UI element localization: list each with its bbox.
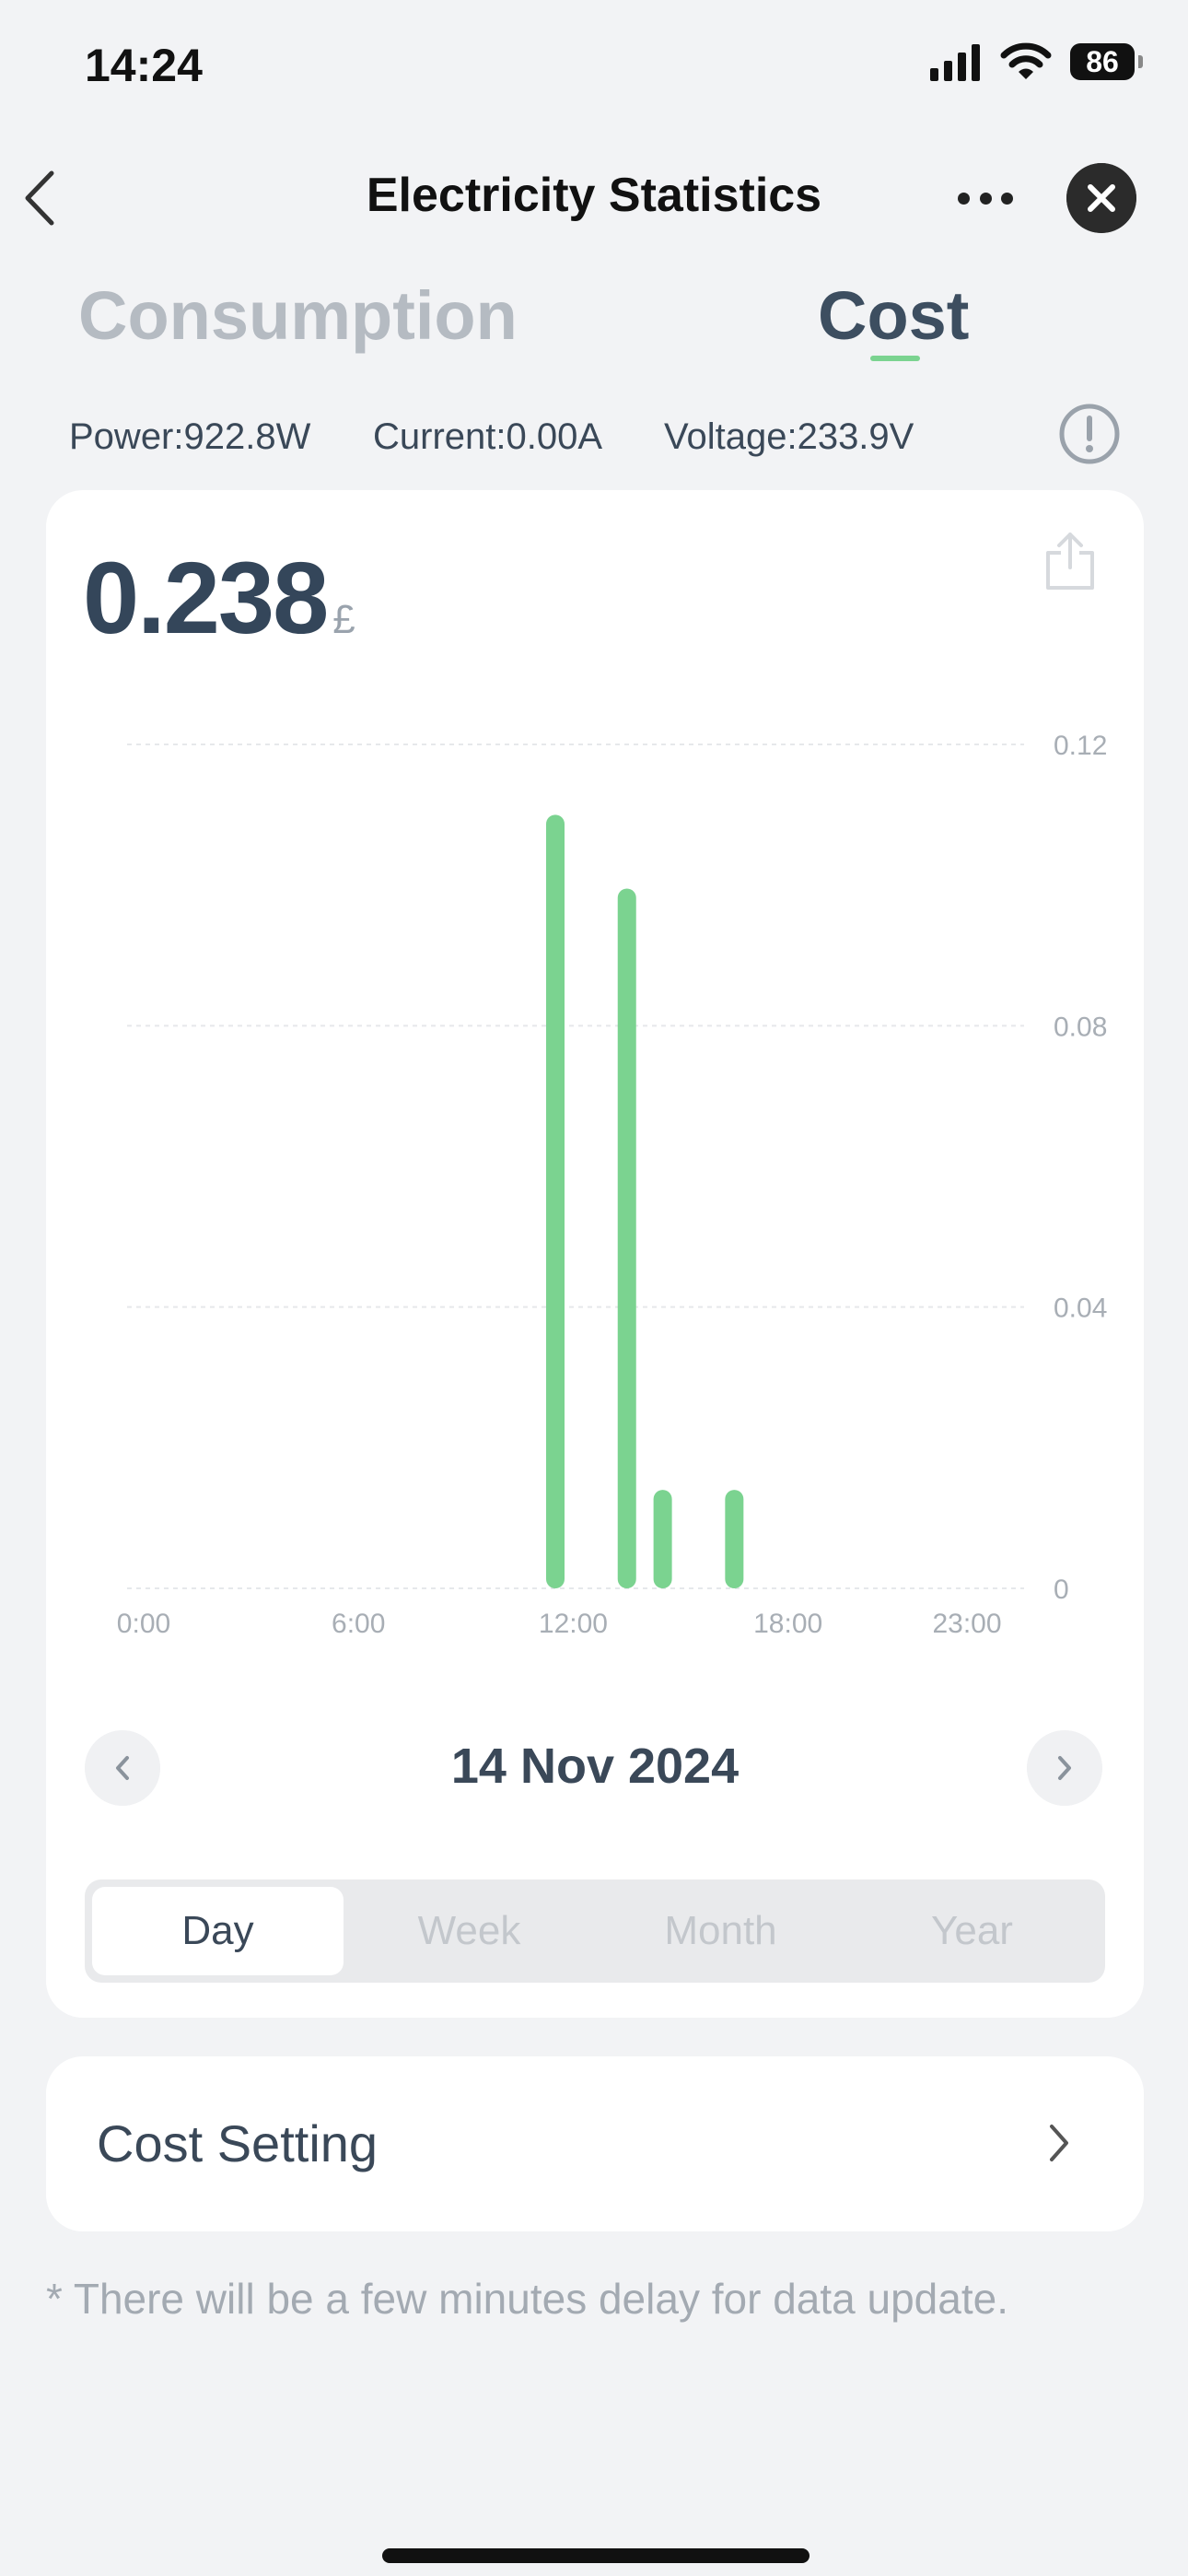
nav-bar: Electricity Statistics	[0, 147, 1188, 249]
chart-bar	[617, 888, 636, 1588]
footnote: * There will be a few minutes delay for …	[46, 2275, 1008, 2323]
period-month[interactable]: Month	[595, 1887, 846, 1975]
period-day[interactable]: Day	[92, 1887, 344, 1975]
signal-icon	[930, 42, 980, 81]
status-icons: 86	[930, 42, 1143, 81]
cost-bar-chart: 0.12 0.08 0.04 0 0:00 6:00 12:00 18:00 23:00	[117, 731, 1108, 1639]
status-time: 14:24	[85, 40, 203, 91]
x-tick-label: 0:00	[117, 1609, 170, 1639]
tab-cost[interactable]: Cost	[818, 276, 969, 355]
active-tab-indicator	[870, 356, 920, 361]
current-reading: Current:0.00A	[373, 416, 603, 457]
close-icon[interactable]	[1066, 163, 1136, 233]
next-date-button[interactable]	[1027, 1730, 1102, 1806]
cost-chart-card: 0.238 £ 0.12 0.08 0.04 0 0:00 6:00 12:00 18:00 2…	[46, 490, 1144, 2018]
wifi-icon	[1000, 42, 1052, 79]
period-selector: Day Week Month Year	[85, 1879, 1105, 1983]
chevron-right-icon	[1050, 2125, 1068, 2161]
x-tick-label: 6:00	[332, 1609, 385, 1639]
period-week[interactable]: Week	[344, 1887, 595, 1975]
chart-bar	[546, 814, 565, 1588]
live-readings: Power:922.8W Current:0.00A Voltage:233.9…	[69, 413, 1128, 464]
cost-setting-row[interactable]: Cost Setting	[46, 2056, 1144, 2231]
chart-bar	[653, 1490, 672, 1588]
status-bar: 14:24 86	[0, 0, 1188, 138]
period-year[interactable]: Year	[846, 1887, 1098, 1975]
info-icon[interactable]	[1057, 402, 1122, 466]
y-tick-label: 0.04	[1054, 1294, 1107, 1324]
tab-consumption[interactable]: Consumption	[78, 276, 518, 355]
power-reading: Power:922.8W	[69, 416, 311, 457]
date-label: 14 Nov 2024	[450, 1739, 740, 1794]
y-tick-label: 0	[1054, 1575, 1069, 1605]
voltage-reading: Voltage:233.9V	[664, 416, 914, 457]
x-tick-label: 18:00	[753, 1609, 822, 1639]
chart-bar	[725, 1490, 744, 1588]
date-navigator: 14 Nov 2024	[46, 1727, 1144, 1809]
home-indicator	[382, 2548, 809, 2563]
x-tick-label: 12:00	[539, 1609, 608, 1639]
more-icon[interactable]	[958, 175, 1013, 221]
tab-bar: Consumption Cost	[0, 267, 1188, 369]
battery-icon: 86	[1070, 43, 1143, 80]
x-tick-label: 23:00	[932, 1609, 1001, 1639]
y-tick-label: 0.08	[1054, 1012, 1107, 1042]
cost-setting-label: Cost Setting	[97, 2114, 379, 2172]
y-tick-label: 0.12	[1054, 731, 1107, 761]
back-arrow-icon[interactable]	[18, 166, 64, 230]
